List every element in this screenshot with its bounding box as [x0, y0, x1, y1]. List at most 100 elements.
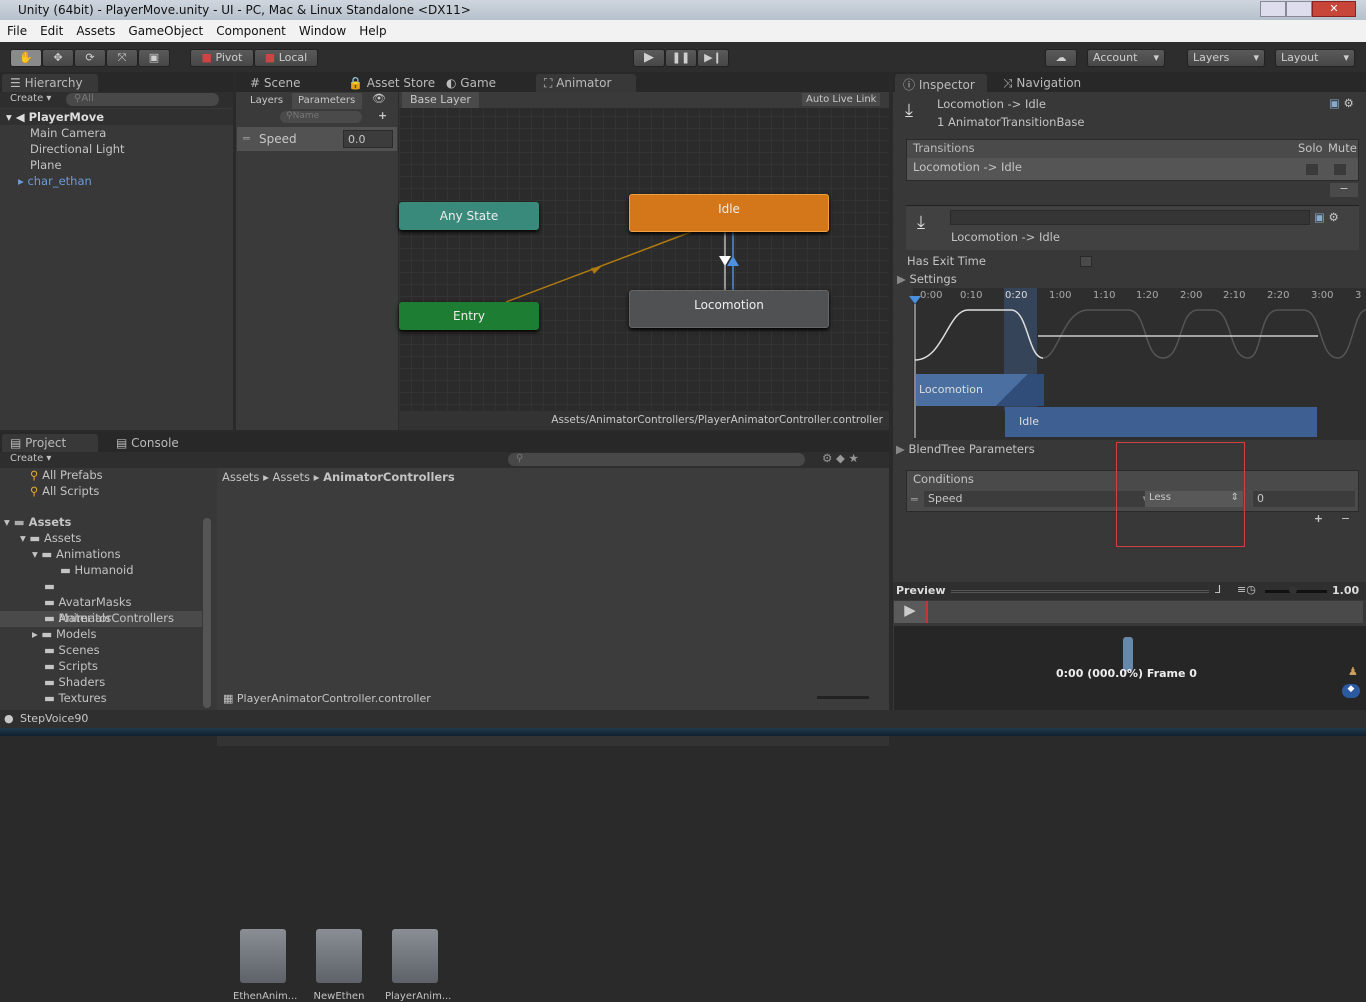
avatar-icon[interactable]: ♟ — [1348, 665, 1358, 678]
step-button[interactable]: ▶❙ — [697, 49, 729, 67]
inspector-title: Locomotion -> Idle — [937, 97, 1046, 111]
move-tool-icon[interactable]: ✥ — [42, 49, 74, 67]
tree-item[interactable]: ▬ Textures — [44, 691, 107, 705]
state-any-state[interactable]: Any State — [399, 202, 539, 230]
title-bar: Unity (64bit) - PlayerMove.unity - UI - … — [0, 0, 1366, 20]
source-curve — [914, 309, 1044, 361]
menu-gameobject[interactable]: GameObject — [121, 20, 209, 38]
menu-assets[interactable]: Assets — [69, 20, 121, 38]
play-button[interactable]: ▶ — [633, 49, 665, 67]
state-locomotion[interactable]: Locomotion — [629, 290, 829, 328]
project-search-input[interactable]: ⚲ — [508, 453, 805, 466]
help-icon[interactable]: ▣ ⚙ — [1314, 210, 1339, 224]
menu-component[interactable]: Component — [209, 20, 292, 38]
asset-item[interactable]: EthenAnim... — [233, 929, 297, 1002]
tree-item[interactable]: ▸ ▬ Models — [32, 627, 96, 641]
animator-controller-icon — [240, 929, 286, 983]
mute-checkbox[interactable] — [1334, 164, 1346, 175]
tree-item[interactable]: ▬ Scenes — [44, 643, 100, 657]
rect-tool-icon[interactable]: ▣ — [138, 49, 170, 67]
minimize-button[interactable] — [1260, 1, 1286, 17]
preview-header: Preview ⅃ ≡◷ 1.00 — [893, 582, 1366, 600]
hierarchy-item-prefab[interactable]: ▸ char_ethan — [18, 174, 92, 188]
cloud-icon[interactable]: ☁ — [1045, 49, 1077, 67]
tree-item[interactable]: ▾ ▬ Assets — [20, 531, 81, 545]
scene-root[interactable]: ▾ ◀ PlayerMove — [6, 110, 104, 124]
menu-window[interactable]: Window — [292, 20, 352, 38]
character-model — [1123, 637, 1133, 671]
tab-console[interactable]: ▤ Console — [108, 434, 187, 452]
hierarchy-search-input[interactable]: ⚲All — [66, 93, 219, 106]
filter-icons[interactable]: ⚙ ◆ ★ — [822, 451, 859, 465]
tab-inspector[interactable]: ⓘ Inspector — [895, 74, 987, 92]
has-exit-time-checkbox[interactable] — [1080, 256, 1092, 267]
create-dropdown[interactable]: Create ▾ — [10, 93, 51, 104]
tree-scrollbar[interactable] — [203, 518, 211, 708]
tab-hierarchy[interactable]: ☰ Hierarchy — [2, 74, 98, 92]
solo-checkbox[interactable] — [1306, 164, 1318, 175]
menu-help[interactable]: Help — [352, 20, 392, 38]
hierarchy-item[interactable]: Directional Light — [30, 142, 125, 156]
add-condition-button[interactable]: + — [1306, 512, 1331, 526]
project-create-dropdown[interactable]: Create ▾ — [10, 453, 51, 464]
preview-playhead[interactable] — [926, 601, 928, 623]
settings-foldout[interactable]: ▶ Settings — [897, 272, 957, 286]
layers-dropdown[interactable]: Layers ▾ — [1187, 49, 1265, 67]
tag-icon[interactable]: ◆ — [1342, 684, 1360, 698]
tree-item[interactable]: ▬ Humanoid — [60, 563, 134, 577]
icon-size-slider[interactable] — [817, 696, 869, 699]
favorite-all-scripts[interactable]: ⚲ All Scripts — [30, 484, 99, 498]
preview-frame-label: 0:00 (000.0%) Frame 0 — [1056, 667, 1197, 680]
state-entry[interactable]: Entry — [399, 302, 539, 330]
preview-timeline[interactable]: ▶ — [894, 601, 1363, 623]
menu-file[interactable]: File — [0, 20, 33, 38]
speed-icon[interactable]: ≡◷ — [1237, 583, 1256, 596]
highlight-box — [1116, 442, 1245, 547]
condition-threshold-input[interactable]: 0 — [1253, 491, 1355, 507]
tree-item-selected[interactable]: ▬ AnimatorControllers — [44, 579, 174, 625]
layout-dropdown[interactable]: Layout ▾ — [1275, 49, 1355, 67]
animator-controller-icon — [392, 929, 438, 983]
pivot-icon[interactable]: ⅃ — [1215, 583, 1221, 596]
breadcrumb-item[interactable]: AnimatorControllers — [323, 470, 455, 484]
tree-item[interactable]: ▬ Shaders — [44, 675, 105, 689]
scale-tool-icon[interactable]: ⤧ — [106, 49, 138, 67]
menu-edit[interactable]: Edit — [33, 20, 69, 38]
transition-name-input[interactable] — [950, 210, 1310, 225]
ghost-curve — [1042, 309, 1366, 359]
tab-navigation[interactable]: ⤨ Navigation — [995, 74, 1089, 92]
close-button[interactable]: ✕ — [1312, 1, 1356, 17]
clip-idle[interactable]: Idle — [1005, 407, 1317, 437]
local-button[interactable]: ■ Local — [254, 49, 318, 67]
asset-item[interactable]: PlayerAnim... — [385, 929, 451, 1002]
favorite-all-prefabs[interactable]: ⚲ All Prefabs — [30, 468, 103, 482]
hand-tool-icon[interactable]: ✋ — [10, 49, 42, 67]
tree-item[interactable]: ▬ AvatarMasks — [44, 595, 131, 609]
maximize-button[interactable] — [1286, 1, 1312, 17]
slider-thumb[interactable] — [1289, 586, 1297, 594]
tree-item[interactable]: ▬ Materials — [44, 611, 111, 625]
pause-button[interactable]: ❚❚ — [665, 49, 697, 67]
remove-transition-button[interactable]: − — [1330, 183, 1358, 197]
transition-icon: ⤓ — [917, 212, 925, 233]
breadcrumb-item[interactable]: Assets — [273, 470, 310, 484]
selected-file-label: ▦ PlayerAnimatorController.controller — [223, 692, 431, 705]
help-icon[interactable]: ▣ ⚙ — [1329, 96, 1354, 110]
preview-play-button[interactable]: ▶ — [894, 601, 926, 623]
hierarchy-item[interactable]: Main Camera — [30, 126, 106, 140]
blendtree-foldout[interactable]: ▶ BlendTree Parameters — [896, 442, 1035, 456]
tree-item[interactable]: ▬ Scripts — [44, 659, 98, 673]
rotate-tool-icon[interactable]: ⟳ — [74, 49, 106, 67]
account-dropdown[interactable]: Account ▾ — [1087, 49, 1165, 67]
remove-condition-button[interactable]: − — [1333, 512, 1358, 526]
breadcrumb-item[interactable]: Assets — [222, 470, 259, 484]
hierarchy-item[interactable]: Plane — [30, 158, 62, 172]
asset-item[interactable]: NewEthen — [309, 929, 369, 1002]
pivot-button[interactable]: ■ Pivot — [190, 49, 254, 67]
clip-locomotion[interactable]: Locomotion — [916, 374, 1044, 406]
tab-project[interactable]: ▤ Project — [2, 434, 98, 452]
tree-assets-root[interactable]: ▾ ▬ Assets — [4, 515, 71, 529]
state-idle[interactable]: Idle — [629, 194, 829, 232]
playhead-icon — [909, 296, 921, 304]
tree-item[interactable]: ▾ ▬ Animations — [32, 547, 121, 561]
